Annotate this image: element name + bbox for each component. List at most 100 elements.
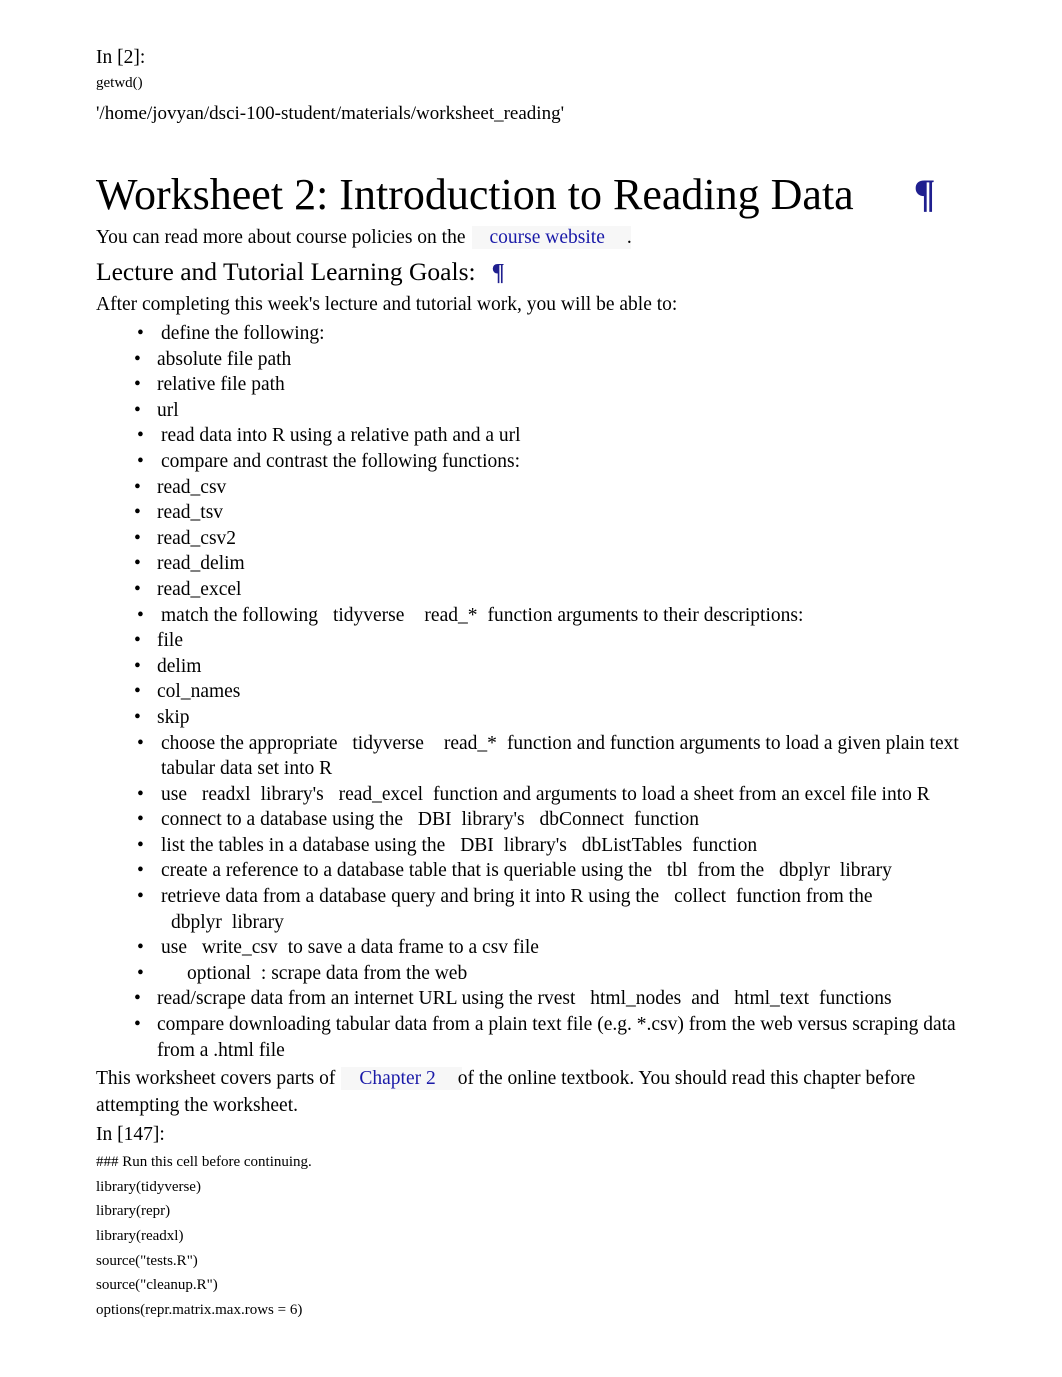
list-item-text: function arguments to their descriptions… [487,604,804,626]
list-item-text: function and arguments to load a sheet f… [433,783,930,805]
inline-code: readxl [201,783,251,805]
inline-code: collect [674,886,727,908]
inline-code: read_csv [157,476,227,498]
list-item-text: choose the appropriate [161,732,338,754]
bullet-icon: • [137,323,144,344]
inline-code: read_* [443,732,497,754]
bullet-icon: • [137,886,144,908]
course-policies-period: . [626,227,632,248]
list-item: • delim [96,654,968,680]
list-item: • use readxl library's read_excel function … [96,782,968,808]
list-item-text: url [157,399,179,421]
markdown-cell[interactable]: Worksheet 2: Introduction to Reading Dat… [96,169,968,1119]
goals-lead-text: After completing this week's lecture and… [96,294,678,315]
list-item-text: list the tables in a database using the [161,834,446,856]
sublist-wrapper: • absolute file path • relative file path • u… [96,347,968,424]
inline-code: tidyverse [352,732,424,754]
bullet-icon: • [137,834,144,856]
inline-code: tbl [666,860,688,882]
list-item-text: absolute file path [157,348,292,370]
list-item-text: read/scrape data from an internet URL us… [157,988,576,1010]
code-line: library(repr) [96,1203,171,1220]
inline-code: write_csv [201,937,278,959]
bullet-icon: • [137,860,144,882]
notebook-content: In [2]: getwd() '/home/jovyan/dsci-100-s… [96,44,968,1322]
inline-code: dbplyr [779,860,830,882]
list-item-text: read data into R using a relative path a… [161,425,521,447]
bullet-icon: • [134,706,141,728]
cell-prompt-1: In [2]: [96,47,146,68]
code-cell-2[interactable]: In [147]: ### Run this cell before conti… [96,1121,968,1322]
bullet-icon: • [134,553,141,575]
list-item-text: use [161,783,187,805]
list-item: • skip [96,705,968,731]
course-policies-text: You can read more about course policies … [96,227,466,248]
course-website-link[interactable]: course website [471,226,631,249]
learning-goals-heading-text: Lecture and Tutorial Learning Goals: [96,257,476,286]
bullet-icon: • [134,1014,141,1036]
list-item-text: connect to a database using the [161,809,404,831]
list-item-text: functions [819,988,892,1010]
list-item: • url [96,398,968,424]
inline-code: DBI [417,809,452,831]
bullet-icon: • [134,374,141,396]
list-item-text: from the [697,860,765,882]
list-item-text: to save a data frame to a csv file [287,937,539,959]
code-editor-1[interactable]: getwd() [96,73,968,94]
code-editor-2[interactable]: ### Run this cell before continuing. libr… [96,1150,968,1322]
inline-code: read_csv2 [157,527,237,549]
list-item-text: define the following: [161,323,325,344]
anchor-pilcrow-icon[interactable]: ¶ [914,171,936,216]
code-line: getwd() [96,75,143,91]
inline-code: html_text [734,988,810,1010]
bullet-icon: • [134,988,141,1010]
list-item: • create a reference to a database table … [96,858,968,884]
list-item: • list the tables in a database using the… [96,833,968,859]
list-item-text: library [839,860,892,882]
list-item: • file [96,628,968,654]
bullet-icon: • [134,476,141,498]
code-cell-1[interactable]: In [2]: getwd() '/home/jovyan/dsci-100-s… [96,44,968,129]
goals-sublist: • absolute file path • relative file path • u… [96,347,968,424]
list-item: • read data into R using a relative path … [96,423,968,449]
list-item: • match the following tidyverse read_* func… [96,603,968,629]
bullet-icon: • [134,578,141,600]
bullet-icon: • [137,425,144,447]
goals-sublist: • read_csv • read_tsv • read_csv2 • read_delim •… [96,475,968,603]
list-item: • absolute file path [96,347,968,373]
code-line: ### Run this cell before continuing. [96,1154,312,1171]
page-title: Worksheet 2: Introduction to Reading Dat… [96,169,968,220]
bullet-icon: • [134,655,141,677]
anchor-pilcrow-icon-2[interactable]: ¶ [492,260,505,286]
bullet-icon: • [134,630,141,652]
bullet-icon: • [137,450,144,472]
bullet-icon: • [137,962,144,984]
learning-goals-list: • define the following: • absolute file pat… [96,321,968,1063]
list-item: • retrieve data from a database query and… [96,884,968,935]
bullet-icon: • [134,399,141,421]
list-item-text: compare and contrast the following funct… [161,450,521,472]
list-item: • read_csv2 [96,526,968,552]
list-item: • connect to a database using the DBI libr… [96,807,968,833]
bullet-icon: • [134,348,141,370]
list-item: • choose the appropriate tidyverse read_* f… [96,731,968,782]
bullet-icon: • [134,502,141,524]
list-item: • define the following: [96,321,968,347]
list-item: • col_names [96,679,968,705]
list-item-text: : scrape data from the web [260,962,468,984]
inline-code: skip [157,706,190,728]
list-item: • read_tsv [96,500,968,526]
bullet-icon: • [137,783,144,805]
list-item-text: function [633,809,699,831]
list-item-text: match the following [161,604,319,626]
list-item: • read_csv [96,475,968,501]
list-item: • compare and contrast the following func… [96,449,968,475]
list-item-text: retrieve data from a database query and … [161,886,660,908]
course-policies-paragraph: You can read more about course policies … [96,224,968,251]
goals-sublist: • read/scrape data from an internet URL u… [96,986,968,1063]
cell-prompt-2: In [147]: [96,1124,165,1146]
inline-code: read_delim [157,553,245,575]
chapter-2-link[interactable]: Chapter 2 [341,1067,462,1091]
learning-goals-heading: Lecture and Tutorial Learning Goals: ¶ [96,256,968,289]
list-item: • read_excel [96,577,968,603]
